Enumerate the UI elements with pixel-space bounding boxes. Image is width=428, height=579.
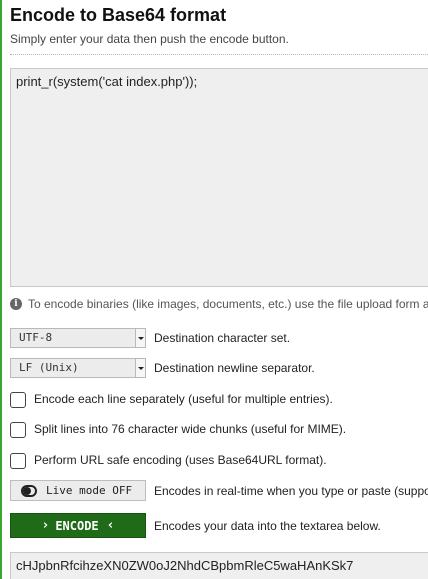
file-upload-hint: i To encode binaries (like images, docum… — [10, 297, 428, 311]
chevron-right-icon: › — [41, 518, 50, 533]
encode-button-label: ENCODE — [55, 518, 99, 533]
live-mode-button-label: Live mode OFF — [46, 484, 133, 497]
charset-select-value: UTF-8 — [19, 331, 53, 344]
toggle-off-icon — [21, 484, 37, 497]
url-safe-label[interactable]: Perform URL safe encoding (uses Base64UR… — [34, 453, 327, 467]
dotted-divider — [10, 54, 428, 55]
url-safe-checkbox[interactable] — [10, 453, 26, 469]
live-mode-toggle-button[interactable]: Live mode OFF — [10, 480, 146, 501]
encode-each-line-checkbox[interactable] — [10, 392, 26, 408]
encode-description: Encodes your data into the textarea belo… — [154, 519, 381, 533]
newline-select[interactable]: LF (Unix) — [10, 358, 146, 378]
info-icon: i — [10, 298, 22, 310]
encode-each-line-label[interactable]: Encode each line separately (useful for … — [34, 392, 333, 406]
split-lines-label[interactable]: Split lines into 76 character wide chunk… — [34, 422, 346, 436]
page-title: Encode to Base64 format — [10, 5, 227, 25]
chevron-down-icon[interactable] — [135, 359, 145, 377]
newline-select-value: LF (Unix) — [19, 361, 79, 374]
file-upload-hint-text: To encode binaries (like images, documen… — [28, 297, 428, 311]
split-lines-checkbox[interactable] — [10, 422, 26, 438]
charset-select[interactable]: UTF-8 — [10, 328, 146, 348]
encoded-output-textarea[interactable]: cHJpbnRfcihzeXN0ZW0oJ2NhdCBpbmRleC5waHAn… — [10, 552, 428, 579]
charset-label: Destination character set. — [154, 331, 291, 345]
live-mode-description: Encodes in real-time when you type or pa… — [154, 484, 428, 498]
chevron-left-icon: ‹ — [106, 518, 115, 533]
chevron-down-icon[interactable] — [135, 329, 145, 347]
encode-button[interactable]: › ENCODE ‹ — [10, 513, 146, 538]
source-data-textarea[interactable]: print_r(system('cat index.php')); — [10, 68, 428, 287]
left-accent-bar — [0, 0, 2, 579]
page-subtitle: Simply enter your data then push the enc… — [10, 32, 289, 46]
newline-label: Destination newline separator. — [154, 361, 315, 375]
